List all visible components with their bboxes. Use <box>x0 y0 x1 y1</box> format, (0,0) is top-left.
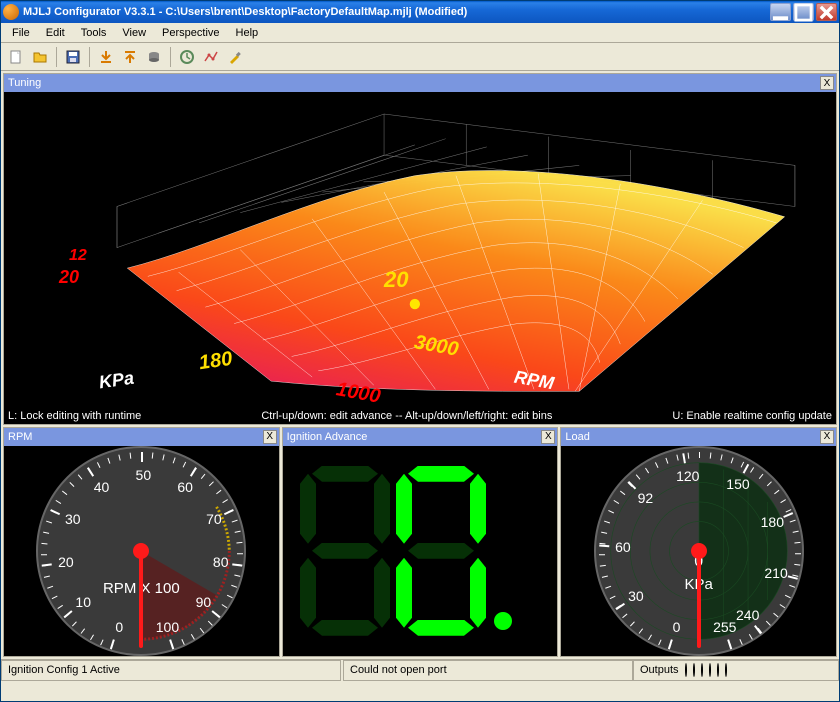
load-gauge-area: 0 KPa 0306092120150180210240255 <box>561 446 836 656</box>
maximize-button[interactable] <box>793 3 814 21</box>
app-window: MJLJ Configurator V3.3.1 - C:\Users\bren… <box>0 0 840 702</box>
dial-tick-label: 10 <box>75 594 91 610</box>
dial-tick-label: 100 <box>156 619 179 635</box>
close-button[interactable] <box>816 3 837 21</box>
tuning-editor-button[interactable] <box>200 46 222 68</box>
tuning-panel-close[interactable]: X <box>820 76 834 90</box>
advance-decimal-point <box>494 612 512 630</box>
load-panel-title: Load <box>565 431 589 443</box>
load-panel: Load X 0 <box>560 427 837 657</box>
client-area: Tuning X <box>1 71 839 701</box>
advance-display <box>300 466 540 636</box>
dial-tick-label: 80 <box>213 554 229 570</box>
z-tick-12: 12 <box>69 247 87 265</box>
dial-tick-label: 150 <box>726 476 749 492</box>
status-config: Ignition Config 1 Active <box>1 660 341 681</box>
dial-tick-label: 255 <box>713 619 736 635</box>
advance-digit-tenths <box>520 466 540 636</box>
load-panel-titlebar[interactable]: Load X <box>561 428 836 446</box>
window-title: MJLJ Configurator V3.3.1 - C:\Users\bren… <box>23 6 770 18</box>
hint-center: Ctrl-up/down: edit advance -- Alt-up/dow… <box>261 410 552 422</box>
dial-tick-label: 60 <box>177 479 193 495</box>
dial-tick-label: 40 <box>94 479 110 495</box>
z-tick-20: 20 <box>59 267 79 288</box>
dial-tick-label: 20 <box>58 554 74 570</box>
dial-tick-label: 90 <box>196 594 212 610</box>
output-led <box>709 663 711 677</box>
rpm-panel-titlebar[interactable]: RPM X <box>4 428 279 446</box>
menubar: File Edit Tools View Perspective Help <box>1 23 839 43</box>
hint-left: L: Lock editing with runtime <box>8 410 141 422</box>
dial-tick-label: 210 <box>764 565 787 581</box>
advance-panel-close[interactable]: X <box>541 430 555 444</box>
new-button[interactable] <box>5 46 27 68</box>
rpm-needle <box>139 553 143 648</box>
read-controller-button[interactable] <box>95 46 117 68</box>
dial-tick-label: 30 <box>65 511 81 527</box>
status-port: Could not open port <box>343 660 633 681</box>
dial-tick-label: 120 <box>676 468 699 484</box>
rpm-hub <box>133 543 149 559</box>
open-button[interactable] <box>29 46 51 68</box>
advance-panel-titlebar[interactable]: Ignition Advance X <box>283 428 558 446</box>
menu-edit[interactable]: Edit <box>39 25 72 41</box>
menu-perspective[interactable]: Perspective <box>155 25 226 41</box>
titlebar[interactable]: MJLJ Configurator V3.3.1 - C:\Users\bren… <box>1 1 839 23</box>
output-led <box>685 663 687 677</box>
tuning-panel-titlebar[interactable]: Tuning X <box>4 74 836 92</box>
dial-tick-label: 92 <box>638 490 654 506</box>
statusbar: Ignition Config 1 Active Could not open … <box>1 659 839 681</box>
hint-right: U: Enable realtime config update <box>672 410 832 422</box>
menu-view[interactable]: View <box>115 25 153 41</box>
load-panel-close[interactable]: X <box>820 430 834 444</box>
dial-tick-label: 0 <box>673 619 681 635</box>
runtime-dialog-button[interactable] <box>176 46 198 68</box>
output-led <box>693 663 695 677</box>
advance-digit-ones <box>396 466 486 636</box>
dial-tick-label: 70 <box>206 511 222 527</box>
dial-tick-label: 50 <box>136 467 152 483</box>
tuning-hints: L: Lock editing with runtime Ctrl-up/dow… <box>8 410 832 422</box>
output-led <box>701 663 703 677</box>
tuning-panel: Tuning X <box>3 73 837 425</box>
dial-tick-label: 180 <box>761 514 784 530</box>
dial-tick-label: 0 <box>115 619 123 635</box>
y-tick-180: 180 <box>198 348 234 375</box>
load-hub <box>691 543 707 559</box>
load-dial: 0 KPa 0306092120150180210240255 <box>594 446 804 656</box>
rpm-dial: RPM X 100 0102030405060708090100 <box>36 446 246 656</box>
outputs-label: Outputs <box>640 664 679 676</box>
dial-tick-label: 60 <box>615 539 631 555</box>
write-controller-button[interactable] <box>119 46 141 68</box>
rpm-panel-title: RPM <box>8 431 32 443</box>
app-icon <box>3 4 19 20</box>
toolbar <box>1 43 839 71</box>
tuning-3d-view[interactable]: KPa RPM 12 20 180 1000 3000 20 L: Lock e… <box>4 92 836 424</box>
rpm-gauge-area: RPM X 100 0102030405060708090100 <box>4 446 279 656</box>
menu-tools[interactable]: Tools <box>74 25 114 41</box>
minimize-button[interactable] <box>770 3 791 21</box>
rpm-panel-close[interactable]: X <box>263 430 277 444</box>
commit-flash-button[interactable] <box>143 46 165 68</box>
advance-digit-tens <box>300 466 390 636</box>
options-button[interactable] <box>224 46 246 68</box>
dial-tick-label: 30 <box>628 588 644 604</box>
advance-panel-title: Ignition Advance <box>287 431 368 443</box>
tuning-panel-title: Tuning <box>8 77 41 89</box>
advance-display-area <box>283 446 558 656</box>
rpm-panel: RPM X RPM X 100 0 10 20 30 40 50 <box>3 427 280 657</box>
cursor-marker <box>410 299 420 309</box>
dial-tick-label: 240 <box>736 607 759 623</box>
gauges-row: RPM X RPM X 100 0 10 20 30 40 50 <box>3 427 837 657</box>
advance-panel: Ignition Advance X <box>282 427 559 657</box>
output-led <box>717 663 719 677</box>
status-outputs: Outputs <box>633 660 839 681</box>
menu-help[interactable]: Help <box>229 25 266 41</box>
load-needle <box>697 553 701 648</box>
output-led <box>725 663 727 677</box>
save-button[interactable] <box>62 46 84 68</box>
cursor-value: 20 <box>384 267 408 293</box>
menu-file[interactable]: File <box>5 25 37 41</box>
